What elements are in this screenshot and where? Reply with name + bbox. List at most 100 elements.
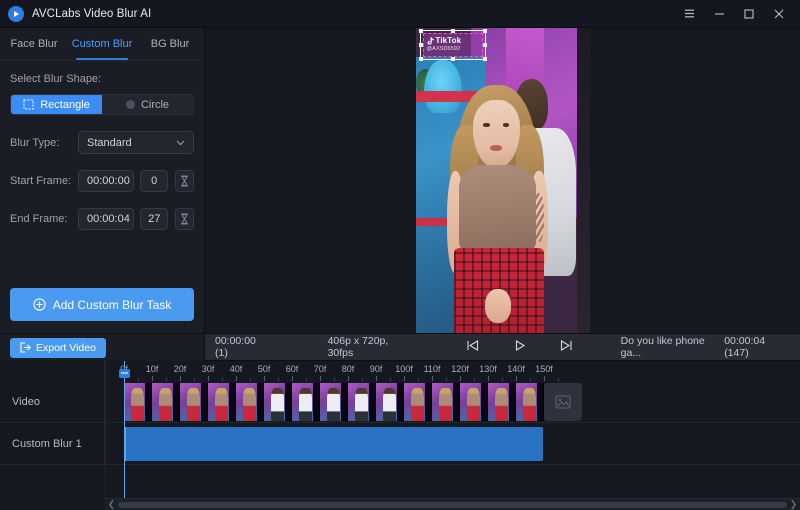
track-video-area[interactable]: [105, 381, 800, 422]
play-logo-icon: [8, 5, 24, 22]
filmstrip-thumbnail: [348, 383, 376, 421]
blur-shape-toggle: Rectangle Circle: [10, 94, 194, 115]
shape-option-circle-label: Circle: [140, 98, 170, 111]
blur-selection-box[interactable]: TikTok @AXSD6592: [418, 29, 487, 61]
ruler-tick-label: 20f: [173, 364, 187, 374]
maximize-icon[interactable]: [734, 1, 764, 27]
ruler-tick-label: 100f: [395, 364, 413, 374]
rectangle-marquee-icon: [23, 99, 34, 110]
resize-handle[interactable]: [482, 43, 487, 47]
minimize-icon[interactable]: [704, 1, 734, 27]
filmstrip-thumbnail: [180, 383, 208, 421]
video-filmstrip-clip[interactable]: [124, 383, 544, 421]
ruler-tick-label: 40f: [229, 364, 243, 374]
ruler-tick-label: 90f: [369, 364, 383, 374]
track-custom-blur-1-label: Custom Blur 1: [0, 423, 105, 464]
resize-handle[interactable]: [450, 29, 455, 33]
resize-handle[interactable]: [418, 57, 423, 61]
title-bar: AVCLabs Video Blur AI: [0, 0, 800, 28]
timeline-divider: [105, 361, 106, 510]
timeline-playhead[interactable]: [119, 361, 130, 498]
video-preview-area: TikTok @AXSD6592: [205, 28, 800, 333]
tab-bg-blur[interactable]: BG Blur: [136, 28, 204, 60]
image-placeholder-icon[interactable]: [544, 383, 582, 421]
ruler-tick-label: 70f: [313, 364, 327, 374]
play-icon[interactable]: [513, 339, 526, 355]
shape-option-rectangle-label: Rectangle: [40, 98, 90, 111]
shape-option-circle[interactable]: Circle: [102, 95, 193, 114]
custom-blur-clip[interactable]: [124, 427, 543, 461]
ruler-tick-label: 140f: [507, 364, 525, 374]
player-time-in: 00:00:00 (1): [215, 335, 256, 359]
filmstrip-thumbnail: [404, 383, 432, 421]
video-frame[interactable]: TikTok @AXSD6592: [415, 28, 590, 333]
left-panel: Face Blur Custom Blur BG Blur Select Blu…: [0, 28, 205, 361]
ruler-tick-label: 60f: [285, 364, 299, 374]
resize-handle[interactable]: [482, 29, 487, 33]
track-custom-blur-1-area[interactable]: [105, 423, 800, 464]
track-video: Video: [0, 381, 800, 423]
playhead-knob[interactable]: [119, 369, 130, 378]
mode-tabs: Face Blur Custom Blur BG Blur: [0, 28, 204, 61]
end-frame-time-input[interactable]: 00:00:04: [78, 208, 134, 230]
end-frame-row: End Frame: 00:00:04 27: [10, 208, 194, 230]
window-controls: [674, 1, 794, 27]
end-frame-hourglass-icon[interactable]: [175, 208, 194, 230]
filmstrip-thumbnail: [124, 383, 152, 421]
skip-previous-icon[interactable]: [466, 339, 479, 355]
resize-handle[interactable]: [450, 57, 455, 61]
filmstrip-thumbnail: [264, 383, 292, 421]
export-bar: Export Video: [0, 333, 204, 361]
ruler-tick-label: 110f: [423, 364, 441, 374]
circle-radio-icon: [125, 100, 135, 109]
timeline: 0f10f20f30f40f50f60f70f80f90f100f110f120…: [0, 361, 800, 510]
app-body: Face Blur Custom Blur BG Blur Select Blu…: [0, 28, 800, 361]
player-resolution: 406p x 720p, 30fps: [327, 335, 389, 359]
tiktok-note-icon: [427, 36, 434, 45]
close-icon[interactable]: [764, 1, 794, 27]
export-video-label: Export Video: [36, 341, 96, 354]
player-controls: [466, 339, 573, 355]
filmstrip-thumbnail: [208, 383, 236, 421]
timeline-horizontal-scrollbar[interactable]: ❮ ❯: [105, 498, 800, 510]
timeline-corner: [0, 361, 105, 381]
ruler-tick-label: 130f: [479, 364, 497, 374]
add-custom-blur-task-button[interactable]: Add Custom Blur Task: [10, 288, 194, 321]
chevron-down-icon: [176, 140, 185, 145]
export-arrow-icon: [20, 342, 31, 353]
start-frame-row: Start Frame: 00:00:00 0: [10, 170, 194, 192]
start-frame-label: Start Frame:: [10, 175, 72, 187]
track-video-label: Video: [0, 381, 105, 422]
filmstrip-thumbnail: [292, 383, 320, 421]
ruler-tick-label: 120f: [451, 364, 469, 374]
filmstrip-thumbnail: [460, 383, 488, 421]
scrollbar-track[interactable]: [118, 501, 787, 508]
scroll-left-arrow-icon[interactable]: ❮: [105, 499, 118, 510]
blur-type-value: Standard: [87, 136, 132, 149]
filmstrip-thumbnail: [236, 383, 264, 421]
resize-handle[interactable]: [418, 43, 423, 47]
resize-handle[interactable]: [418, 29, 423, 33]
add-custom-blur-task-label: Add Custom Blur Task: [52, 297, 172, 312]
player-bar: 00:00:00 (1) 406p x 720p, 30fps Do you l…: [205, 333, 800, 361]
scroll-right-arrow-icon[interactable]: ❯: [787, 499, 800, 510]
ruler-tick-label: 50f: [257, 364, 271, 374]
resize-handle[interactable]: [482, 57, 487, 61]
shape-option-rectangle[interactable]: Rectangle: [11, 95, 102, 114]
ruler-tick-label: 80f: [341, 364, 355, 374]
filmstrip-thumbnail: [432, 383, 460, 421]
start-frame-number-input[interactable]: 0: [140, 170, 169, 192]
scrollbar-thumb[interactable]: [118, 501, 787, 508]
blur-type-label: Blur Type:: [10, 136, 60, 149]
tab-custom-blur[interactable]: Custom Blur: [68, 28, 136, 60]
skip-next-icon[interactable]: [560, 339, 573, 355]
end-frame-number-input[interactable]: 27: [140, 208, 169, 230]
app-window: AVCLabs Video Blur AI Face Blur Custom B…: [0, 0, 800, 510]
blur-type-select[interactable]: Standard: [78, 131, 194, 154]
export-video-button[interactable]: Export Video: [10, 337, 106, 358]
timeline-ruler[interactable]: 0f10f20f30f40f50f60f70f80f90f100f110f120…: [105, 361, 800, 381]
start-frame-time-input[interactable]: 00:00:00: [78, 170, 134, 192]
tab-face-blur[interactable]: Face Blur: [0, 28, 68, 60]
hamburger-menu-icon[interactable]: [674, 1, 704, 27]
start-frame-hourglass-icon[interactable]: [175, 170, 194, 192]
